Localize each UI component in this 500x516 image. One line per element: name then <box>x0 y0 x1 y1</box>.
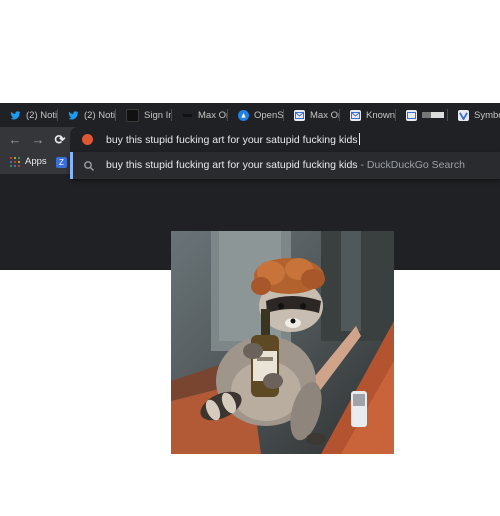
apps-label: Apps <box>25 156 47 167</box>
raccoon-image <box>171 231 394 454</box>
tab-title: Symbo <box>474 109 500 121</box>
omnibox-suggestion[interactable]: buy this stupid fucking art for your sat… <box>70 152 500 179</box>
reload-button[interactable]: ⟳ <box>51 131 69 149</box>
suggestion-text: buy this stupid fucking art for your sat… <box>106 159 465 171</box>
address-text: buy this stupid fucking art for your sat… <box>106 134 358 146</box>
tab[interactable]: Max Or <box>284 105 340 125</box>
mail-icon <box>406 109 417 121</box>
mail-icon <box>294 109 305 121</box>
suggestion-highlight <box>70 152 73 179</box>
square-icon <box>126 108 139 122</box>
tab[interactable] <box>396 105 448 125</box>
tab-title: (2) Noti <box>26 109 58 121</box>
tab-title: Sign In <box>144 109 172 121</box>
check-icon <box>458 109 469 121</box>
tab-title: Max Or <box>198 109 228 121</box>
forward-button[interactable]: → <box>29 131 47 149</box>
tab[interactable]: (2) Noti <box>58 105 116 125</box>
tab[interactable]: Symbo <box>448 105 500 125</box>
suggestion-source: - DuckDuckGo Search <box>357 159 465 171</box>
suggestion-query: buy this stupid fucking art for your sat… <box>106 159 358 171</box>
opensea-icon <box>238 109 249 121</box>
duckduckgo-icon <box>82 134 93 145</box>
tab[interactable]: OpenSe <box>228 105 284 125</box>
text-caret <box>358 133 360 145</box>
address-bar[interactable]: buy this stupid fucking art for your sat… <box>70 127 500 152</box>
tab-title: Max Or <box>310 109 340 121</box>
raccoon-photo <box>171 231 394 454</box>
search-icon <box>83 159 95 171</box>
tab-title: (2) Noti <box>84 109 116 121</box>
tab[interactable]: Known <box>340 105 396 125</box>
address-input[interactable]: buy this stupid fucking art for your sat… <box>106 133 360 146</box>
twitter-icon <box>68 110 79 121</box>
tab[interactable]: Max Or <box>172 105 228 125</box>
twitter-icon <box>10 110 21 121</box>
tab[interactable]: (2) Noti <box>0 105 58 125</box>
apps-grid-icon <box>10 156 20 167</box>
bookmark-icon[interactable]: Z <box>56 157 67 168</box>
tab[interactable]: Sign In <box>116 105 172 125</box>
dash-icon <box>182 110 193 121</box>
bar-icon <box>422 112 444 118</box>
back-button[interactable]: ← <box>6 131 24 149</box>
tab-title: OpenSe <box>254 109 284 121</box>
apps-bookmark[interactable]: Apps <box>10 156 47 167</box>
mail-icon <box>350 109 361 121</box>
toolbar: ← → ⟳ buy this stupid fucking art for yo… <box>0 127 500 152</box>
tab-strip: (2) Noti (2) Noti Sign In Max Or OpenS M… <box>0 103 500 127</box>
tab-title: Known <box>366 109 396 121</box>
